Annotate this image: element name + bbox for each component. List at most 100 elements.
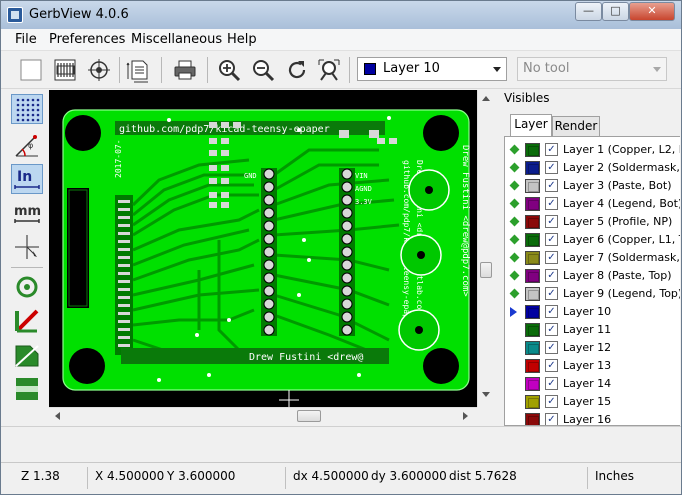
polygons-sketch-button[interactable] (11, 340, 43, 370)
svg-text:φ: φ (28, 141, 33, 150)
layer-color-swatch[interactable] (525, 287, 540, 301)
show-layers-diff-button[interactable] (11, 374, 43, 404)
layer-row[interactable]: ✓ Layer 7 (Soldermask, Top) (505, 249, 680, 267)
silk-3v3-label: 3.3V (355, 198, 373, 206)
layer-row[interactable]: ✓ Layer 13 (505, 357, 680, 375)
layer-visibility-checkbox[interactable]: ✓ (545, 413, 558, 425)
chevron-down-icon (653, 67, 661, 72)
layer-row[interactable]: ✓ Layer 2 (Soldermask, Bot) (505, 159, 680, 177)
layer-color-swatch[interactable] (525, 197, 540, 211)
layer-row[interactable]: ✓ Layer 4 (Legend, Bot) (505, 195, 680, 213)
layer-visibility-checkbox[interactable]: ✓ (545, 377, 558, 390)
layer-visibility-checkbox[interactable]: ✓ (545, 287, 558, 300)
tab-render[interactable]: Render (552, 116, 600, 137)
layer-visibility-checkbox[interactable]: ✓ (545, 161, 558, 174)
layer-row[interactable]: ✓ Layer 15 (505, 393, 680, 411)
polar-coords-button[interactable]: φ (11, 130, 43, 160)
title-bar[interactable]: GerbView 4.0.6 — □ ✕ (1, 1, 681, 29)
layer-color-swatch[interactable] (525, 377, 540, 391)
layer-color-swatch[interactable] (525, 233, 540, 247)
load-gerber-button[interactable] (51, 56, 79, 84)
menu-help[interactable]: Help (227, 32, 257, 47)
status-dy: dy 3.600000 (371, 469, 447, 483)
layer-row[interactable]: ✓ Layer 11 (505, 321, 680, 339)
layer-visibility-checkbox[interactable]: ✓ (545, 269, 558, 282)
close-button[interactable]: ✕ (629, 2, 675, 21)
layer-row[interactable]: ✓ Layer 16 (505, 411, 680, 425)
tab-layer[interactable]: Layer (510, 114, 552, 137)
lines-sketch-button[interactable] (11, 306, 43, 336)
units-mm-button[interactable]: mm (11, 198, 43, 228)
layer-color-swatch[interactable] (525, 305, 540, 319)
layer-row[interactable]: ✓ Layer 6 (Copper, L1, Top) (505, 231, 680, 249)
layer-color-swatch[interactable] (525, 413, 540, 425)
maximize-button[interactable]: □ (602, 2, 629, 21)
layer-select[interactable]: Layer 10 (357, 57, 507, 81)
vertical-scroll-thumb[interactable] (480, 262, 492, 278)
tool-select[interactable]: No tool (517, 57, 667, 81)
cursor-shape-button[interactable] (11, 232, 43, 262)
layer-visibility-checkbox[interactable]: ✓ (545, 179, 558, 192)
layer-visibility-checkbox[interactable]: ✓ (545, 197, 558, 210)
layer-row[interactable]: ✓ Layer 5 (Profile, NP) (505, 213, 680, 231)
status-bar: Z 1.38 X 4.500000 Y 3.600000 dx 4.500000… (1, 462, 681, 494)
layer-color-swatch[interactable] (525, 179, 540, 193)
layer-row[interactable]: ✓ Layer 8 (Paste, Top) (505, 267, 680, 285)
layer-select-value: Layer 10 (383, 61, 440, 76)
layer-list: ✓ Layer 1 (Copper, L2, Bot) ✓ Layer 2 (Sold… (504, 136, 680, 426)
layer-color-swatch[interactable] (525, 161, 540, 175)
layer-name: Layer 7 (Soldermask, Top) (563, 251, 680, 264)
horizontal-scroll-thumb[interactable] (297, 410, 321, 422)
gerber-canvas[interactable]: github.com/pdp7/kicad-teensy-epaper GND … (49, 90, 477, 407)
layer-visibility-checkbox[interactable]: ✓ (545, 143, 558, 156)
layer-row[interactable]: ✓ Layer 1 (Copper, L2, Bot) (505, 141, 680, 159)
clear-layer-button[interactable] (17, 56, 45, 84)
units-inch-button[interactable]: In (11, 164, 43, 194)
scroll-left-icon[interactable] (55, 412, 60, 420)
sheet-size-button[interactable] (125, 56, 153, 84)
layer-color-swatch[interactable] (525, 359, 540, 373)
layer-visibility-checkbox[interactable]: ✓ (545, 323, 558, 336)
canvas-vertical-scrollbar[interactable] (477, 90, 494, 407)
layer-row[interactable]: ✓ Layer 3 (Paste, Bot) (505, 177, 680, 195)
menu-miscellaneous[interactable]: Miscellaneous (131, 32, 222, 47)
layer-color-swatch[interactable] (525, 395, 540, 409)
layer-color-swatch[interactable] (525, 215, 540, 229)
layer-color-swatch[interactable] (525, 323, 540, 337)
redraw-button[interactable] (283, 56, 311, 84)
scroll-right-icon[interactable] (463, 412, 468, 420)
layer-color-swatch[interactable] (525, 341, 540, 355)
layer-visibility-checkbox[interactable]: ✓ (545, 233, 558, 246)
layer-visibility-checkbox[interactable]: ✓ (545, 215, 558, 228)
grid-toggle-button[interactable] (11, 94, 43, 124)
layer-status-icon (509, 180, 520, 191)
silk-text-right-author: Drew Fustini <drew@pdp7.com> (460, 145, 470, 297)
print-button[interactable] (171, 56, 199, 84)
canvas-horizontal-scrollbar[interactable] (49, 407, 477, 424)
load-drill-button[interactable] (85, 56, 113, 84)
layer-row[interactable]: ✓ Layer 12 (505, 339, 680, 357)
menu-preferences[interactable]: Preferences (49, 32, 125, 47)
layer-color-swatch[interactable] (525, 251, 540, 265)
layer-visibility-checkbox[interactable]: ✓ (545, 395, 558, 408)
zoom-in-button[interactable] (215, 56, 243, 84)
layer-color-swatch[interactable] (525, 269, 540, 283)
scroll-down-icon[interactable] (482, 392, 490, 397)
layer-row[interactable]: ✓ Layer 9 (Legend, Top) (505, 285, 680, 303)
layer-name: Layer 4 (Legend, Bot) (563, 197, 680, 210)
layer-name: Layer 14 (563, 377, 612, 390)
layer-row[interactable]: ✓ Layer 10 (505, 303, 680, 321)
visibles-panel: Visibles Layer Render ✓ Layer 1 (Copper, … (500, 90, 681, 426)
layer-color-swatch[interactable] (525, 143, 540, 157)
scroll-up-icon[interactable] (482, 96, 490, 101)
menu-file[interactable]: File (15, 32, 37, 47)
layer-visibility-checkbox[interactable]: ✓ (545, 251, 558, 264)
zoom-fit-button[interactable] (315, 56, 343, 84)
layer-visibility-checkbox[interactable]: ✓ (545, 359, 558, 372)
zoom-out-button[interactable] (249, 56, 277, 84)
layer-row[interactable]: ✓ Layer 14 (505, 375, 680, 393)
minimize-button[interactable]: — (575, 2, 602, 21)
flashed-items-sketch-button[interactable] (11, 272, 43, 302)
layer-visibility-checkbox[interactable]: ✓ (545, 305, 558, 318)
layer-visibility-checkbox[interactable]: ✓ (545, 341, 558, 354)
